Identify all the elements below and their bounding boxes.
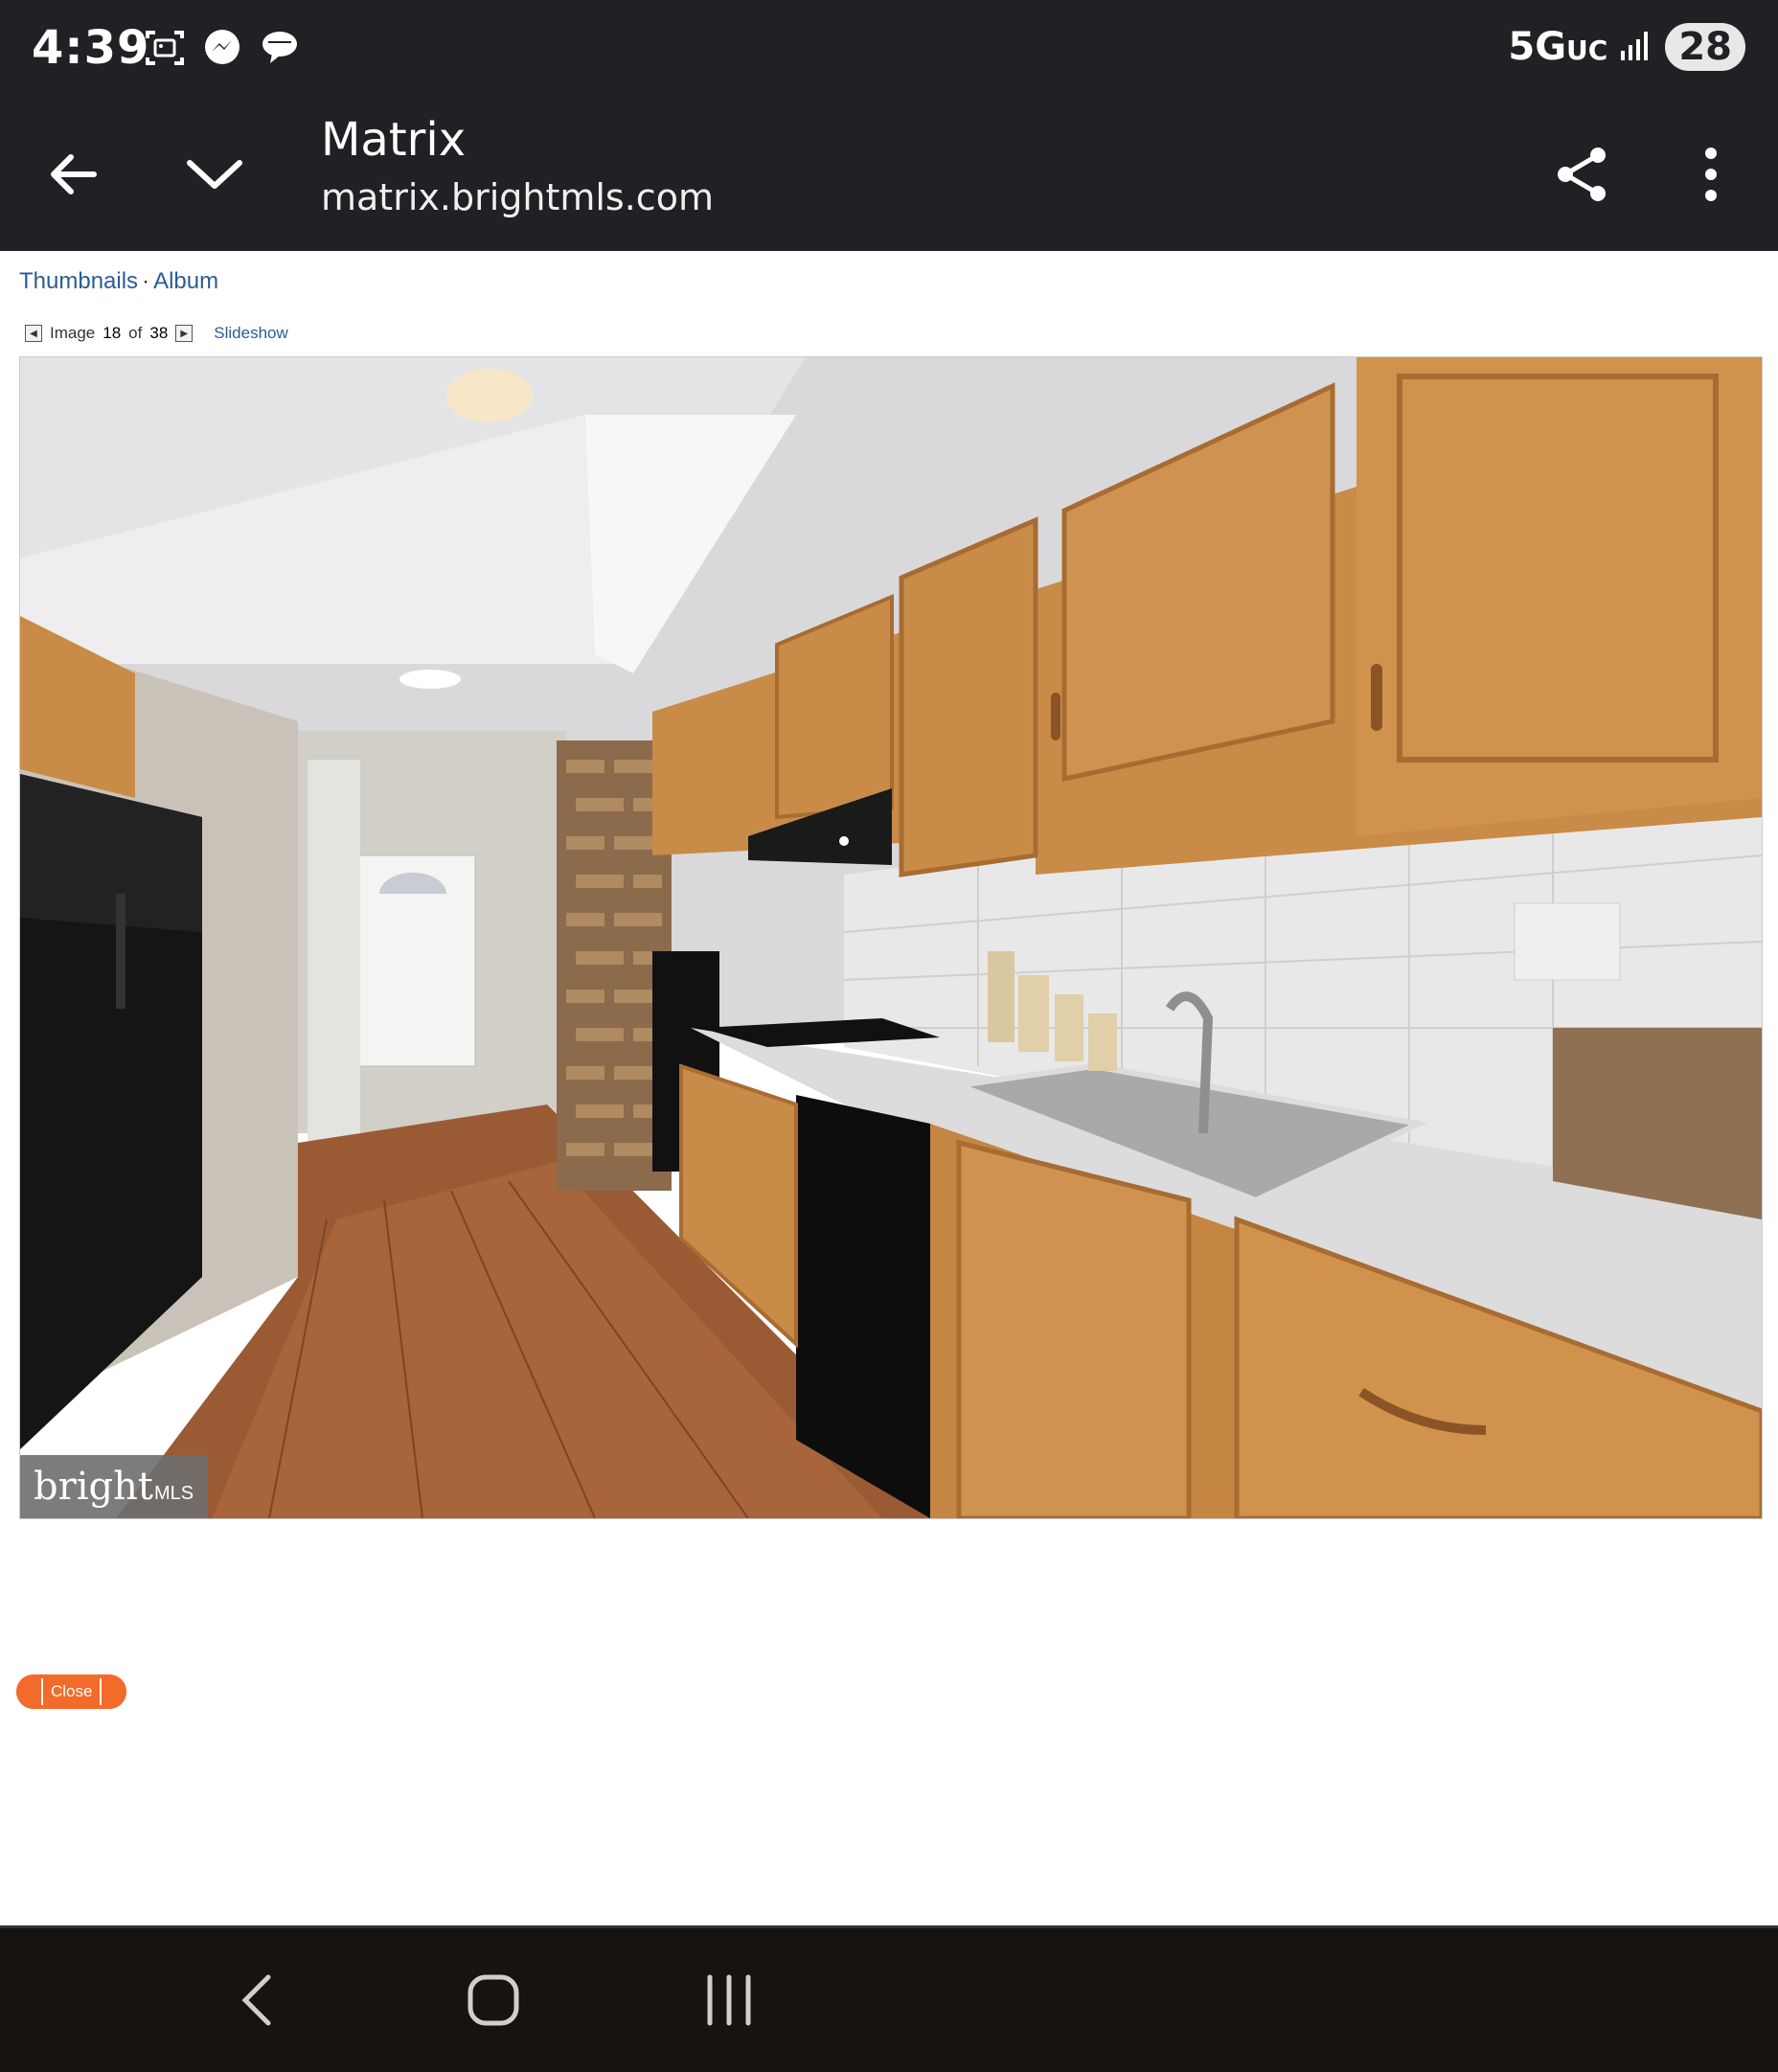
close-button-right-bar [100,1678,103,1705]
battery-badge: 28 [1665,23,1745,71]
thumbnails-link[interactable]: Thumbnails [19,268,138,294]
close-button-left-bar [41,1678,43,1705]
of-label: of [128,324,143,342]
status-right: 5GUC 28 [1508,23,1745,71]
close-button[interactable]: Close [16,1674,127,1709]
previous-image-button[interactable]: ◀ [25,325,42,342]
listing-photo[interactable]: bright MLS [19,356,1763,1519]
status-bar: 4:39 5GUC 28 [0,0,1778,98]
back-arrow-icon[interactable] [34,136,111,213]
image-total: 38 [149,324,169,342]
system-navigation-bar [0,1925,1778,2072]
image-pager: ◀ Image 18 of 38 ▶ Slideshow [25,324,288,343]
image-current: 18 [103,324,122,342]
page-url[interactable]: matrix.brightmls.com [321,176,714,218]
breadcrumb: Thumbnails · Album [19,268,218,295]
browser-toolbar: Matrix matrix.brightmls.com [0,98,1778,251]
next-image-button[interactable]: ▶ [175,325,194,342]
watermark-suffix: MLS [154,1483,194,1504]
share-icon[interactable] [1544,136,1621,213]
nav-back-icon[interactable] [215,1957,301,2043]
album-link[interactable]: Album [153,268,218,294]
screenshot-icon [144,27,186,69]
close-button-label: Close [51,1682,93,1700]
slideshow-link[interactable]: Slideshow [214,324,288,343]
page-title: Matrix [321,113,467,167]
chevron-down-icon[interactable] [176,136,253,213]
status-time: 4:39 [32,21,150,75]
chat-bubble-icon [259,27,301,69]
kitchen-photo: bright MLS [20,357,1762,1518]
notification-icons [144,27,301,69]
breadcrumb-separator: · [142,268,150,294]
network-label: 5GUC [1508,25,1608,69]
watermark-brand: bright [34,1465,153,1509]
image-label: Image [50,324,96,342]
signal-icon [1619,28,1653,67]
nav-recents-icon[interactable] [686,1957,772,2043]
more-options-icon[interactable] [1673,136,1749,213]
messenger-icon [201,27,243,69]
page-content: Thumbnails · Album ◀ Image 18 of 38 ▶ Slid… [0,251,1778,1925]
nav-home-icon[interactable] [450,1957,536,2043]
